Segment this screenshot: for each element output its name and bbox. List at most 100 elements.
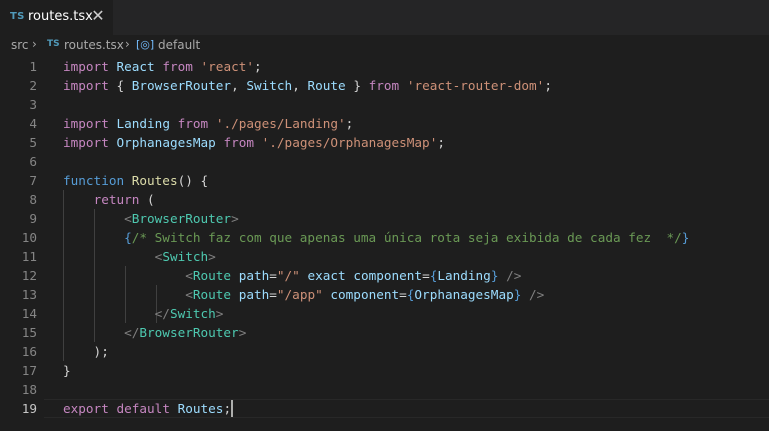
code-token: React xyxy=(116,59,155,74)
code-line[interactable]: 15 </BrowserRouter> xyxy=(0,323,769,342)
code-token: component xyxy=(353,268,423,283)
typescript-file-icon: TS xyxy=(10,11,25,22)
line-number: 4 xyxy=(29,116,37,131)
code-token: = xyxy=(422,268,430,283)
line-number: 17 xyxy=(21,363,37,378)
code-token: import xyxy=(63,116,109,131)
code-text: export default Routes; xyxy=(63,399,234,418)
code-line[interactable]: 16 ); xyxy=(0,342,769,361)
code-token: Routes xyxy=(131,173,178,188)
line-number: 10 xyxy=(21,230,37,245)
code-token: > xyxy=(231,211,239,226)
code-token: from xyxy=(368,78,400,93)
code-token: exact xyxy=(307,268,346,283)
code-line[interactable]: 12 <Route path="/" exact component={Land… xyxy=(0,266,769,285)
code-token: = xyxy=(269,268,277,283)
code-text: import { BrowserRouter, Switch, Route } … xyxy=(63,76,552,95)
code-token: 'react-router-dom' xyxy=(406,78,545,93)
code-token: } xyxy=(681,230,690,245)
symbol-variable-icon: [◎] xyxy=(136,38,155,51)
code-line[interactable]: 6 xyxy=(0,152,769,171)
code-token: import xyxy=(63,59,109,74)
line-number: 6 xyxy=(29,154,37,169)
code-token: path xyxy=(238,268,270,283)
code-token: { xyxy=(108,78,132,93)
code-line[interactable]: 17} xyxy=(0,361,769,380)
tab-routes-tsx[interactable]: TS routes.tsx ✕ xyxy=(0,0,113,35)
code-token: = xyxy=(399,287,407,302)
breadcrumb-file[interactable]: routes.tsx xyxy=(64,38,124,52)
code-line[interactable]: 9 <BrowserRouter> xyxy=(0,209,769,228)
code-editor[interactable]: 1 import React from 'react'; 2 import { Bro… xyxy=(0,57,769,431)
code-line[interactable]: 5 import OrphanagesMap from './pages/Orph… xyxy=(0,133,769,152)
tab-title: routes.tsx xyxy=(28,9,93,24)
code-line[interactable]: 4 import Landing from './pages/Landing'; xyxy=(0,114,769,133)
breadcrumb-symbol[interactable]: default xyxy=(158,38,200,52)
chevron-right-icon: › xyxy=(32,37,37,51)
code-text: function Routes() { xyxy=(63,171,208,190)
code-token: Switch xyxy=(162,249,209,264)
code-token: default xyxy=(116,401,170,416)
code-line[interactable]: 1 import React from 'react'; xyxy=(0,57,769,76)
line-number: 14 xyxy=(21,306,37,321)
code-line[interactable]: 3 xyxy=(0,95,769,114)
code-token: from xyxy=(177,116,209,131)
code-line[interactable]: 13 <Route path="/app" component={Orphana… xyxy=(0,285,769,304)
code-token: ; xyxy=(254,59,262,74)
line-number: 8 xyxy=(29,192,37,207)
close-icon[interactable]: ✕ xyxy=(90,8,106,24)
code-token: > xyxy=(208,249,216,264)
code-token: () { xyxy=(177,173,209,188)
code-token: import xyxy=(63,135,109,150)
breadcrumb: src › TS routes.tsx › [◎] default xyxy=(0,35,769,57)
code-text: return ( xyxy=(63,190,155,209)
code-token: </ xyxy=(154,306,170,321)
code-line[interactable]: 2 import { BrowserRouter, Switch, Route }… xyxy=(0,76,769,95)
code-token: export xyxy=(63,401,109,416)
code-text: import OrphanagesMap from './pages/Orpha… xyxy=(63,133,445,152)
code-token: path xyxy=(238,287,270,302)
code-token: function xyxy=(63,173,125,188)
code-token: , xyxy=(292,78,308,93)
code-line[interactable]: 14 </Switch> xyxy=(0,304,769,323)
code-token: = xyxy=(269,287,277,302)
line-number: 11 xyxy=(21,249,37,264)
code-line[interactable]: 8 return ( xyxy=(0,190,769,209)
code-line[interactable]: 10 {/* Switch faz com que apenas uma úni… xyxy=(0,228,769,247)
code-text: ); xyxy=(63,342,109,361)
code-token: ; xyxy=(223,401,232,416)
line-number: 12 xyxy=(21,268,37,283)
code-token: Landing xyxy=(116,116,170,131)
code-line[interactable]: 7 function Routes() { xyxy=(0,171,769,190)
line-number: 19 xyxy=(21,401,37,416)
code-token: ); xyxy=(63,344,109,359)
code-text: {/* Switch faz com que apenas uma única … xyxy=(63,228,689,247)
code-token: </ xyxy=(124,325,140,340)
line-number: 5 xyxy=(29,135,37,150)
code-token: './pages/OrphanagesMap' xyxy=(261,135,438,150)
code-token: < xyxy=(185,268,193,283)
code-line[interactable]: 19 export default Routes; xyxy=(0,399,769,418)
breadcrumb-folder[interactable]: src xyxy=(11,38,29,52)
code-text: <BrowserRouter> xyxy=(63,209,239,228)
code-text: import React from 'react'; xyxy=(63,57,262,76)
line-number: 3 xyxy=(29,97,37,112)
code-token: import xyxy=(63,78,109,93)
line-number: 16 xyxy=(21,344,37,359)
code-token: "/" xyxy=(276,268,300,283)
code-token: { xyxy=(124,230,132,245)
code-token: BrowserRouter xyxy=(131,78,232,93)
code-token: return xyxy=(93,192,140,207)
code-token: 'react' xyxy=(200,59,255,74)
code-line[interactable]: 11 <Switch> xyxy=(0,247,769,266)
typescript-file-icon: TS xyxy=(47,39,60,49)
code-line[interactable]: 18 xyxy=(0,380,769,399)
